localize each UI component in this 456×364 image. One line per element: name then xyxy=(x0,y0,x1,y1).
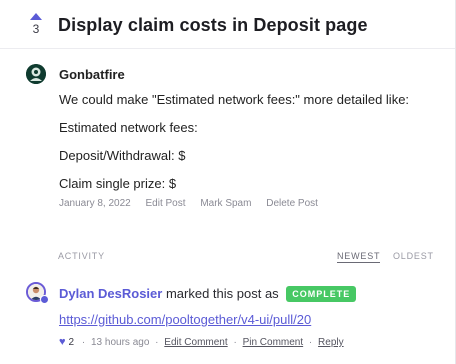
post-author[interactable]: Gonbatfire xyxy=(59,67,125,82)
activity-header: Activity Newest Oldest xyxy=(58,251,433,263)
comment-meta: ♥ 2 · 13 hours ago · Edit Comment · Pin C… xyxy=(59,336,344,348)
edit-comment-link[interactable]: Edit Comment xyxy=(164,337,227,348)
activity-text: marked this post as xyxy=(165,286,279,301)
vote-count: 3 xyxy=(32,22,40,36)
mark-spam-link[interactable]: Mark Spam xyxy=(200,198,251,209)
like-count: 2 xyxy=(68,337,75,348)
author-avatar[interactable] xyxy=(26,64,46,84)
post-date: January 8, 2022 xyxy=(59,198,131,209)
heart-icon[interactable]: ♥ xyxy=(59,336,66,348)
separator: · xyxy=(81,337,86,348)
post-text-line: We could make "Estimated network fees:" … xyxy=(59,92,410,107)
upvote-button[interactable]: 3 xyxy=(26,13,46,36)
upvote-icon[interactable] xyxy=(30,13,42,20)
post-header: 3 Display claim costs in Deposit page xyxy=(0,0,455,49)
post-text-line: Estimated network fees: xyxy=(59,120,198,135)
github-link[interactable]: https://github.com/pooltogether/v4-ui/pu… xyxy=(59,312,311,327)
status-badge: COMPLETE xyxy=(286,286,357,302)
post-text-line: Claim single prize: $ xyxy=(59,176,177,191)
separator: · xyxy=(308,337,313,348)
pin-comment-link[interactable]: Pin Comment xyxy=(243,337,304,348)
reply-link[interactable]: Reply xyxy=(318,337,344,348)
comment-time: 13 hours ago xyxy=(91,337,150,348)
sort-newest-tab[interactable]: Newest xyxy=(337,251,381,263)
separator: · xyxy=(155,337,159,348)
edit-post-link[interactable]: Edit Post xyxy=(146,198,186,209)
sort-oldest-tab[interactable]: Oldest xyxy=(393,251,434,261)
activity-line: Dylan DesRosier marked this post as COMP… xyxy=(59,286,357,302)
separator: · xyxy=(233,337,237,348)
admin-badge-icon xyxy=(40,295,49,304)
post-title: Display claim costs in Deposit page xyxy=(58,15,368,35)
delete-post-link[interactable]: Delete Post xyxy=(266,198,318,209)
commenter-name[interactable]: Dylan DesRosier xyxy=(59,286,162,301)
post-meta: January 8, 2022 Edit Post Mark Spam Dele… xyxy=(59,198,330,209)
activity-label: Activity xyxy=(58,251,105,261)
post-text-line: Deposit/Withdrawal: $ xyxy=(59,148,186,163)
